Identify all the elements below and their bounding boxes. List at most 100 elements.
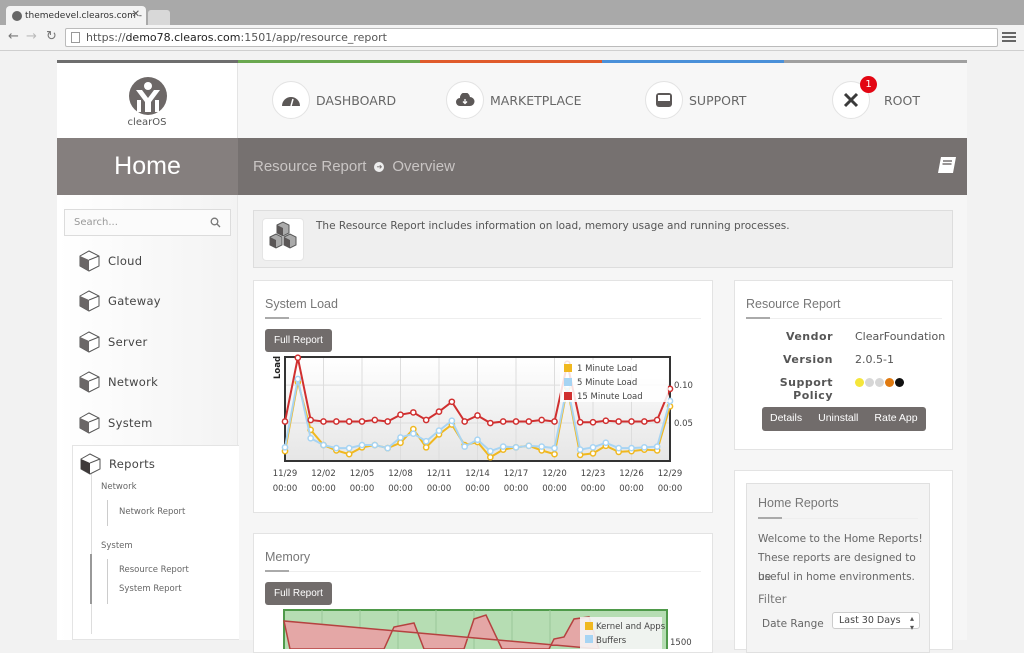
date-range-label: Date Range <box>762 618 824 630</box>
legend-swatch <box>585 635 593 643</box>
uninstall-button[interactable]: Uninstall <box>810 407 866 431</box>
data-point <box>499 443 507 450</box>
data-point <box>345 444 353 452</box>
cube-s-icon <box>79 331 100 353</box>
panel-title: Memory <box>265 550 311 564</box>
sidebar-item-cloud[interactable]: Cloud <box>79 250 142 272</box>
home-reports-panel: Home Reports Welcome to the Home Reports… <box>734 470 953 653</box>
section-title: Home <box>57 138 238 195</box>
data-point <box>345 450 353 458</box>
legend-kernel: Kernel and Apps <box>596 622 666 632</box>
data-point <box>589 450 597 457</box>
version-value: 2.0.5-1 <box>855 353 894 366</box>
date-range-select[interactable]: Last 30 Days ▴ ▾ <box>832 612 920 632</box>
breadcrumb-app[interactable]: Resource Report <box>253 158 366 175</box>
data-point <box>320 418 327 425</box>
data-point <box>653 416 661 424</box>
book-icon[interactable] <box>937 156 957 174</box>
page-header: Home Resource Report ➜ Overview <box>57 138 967 195</box>
new-tab-button[interactable] <box>148 10 170 25</box>
filter-label: Filter <box>758 592 787 606</box>
legend-label: 15 Minute Load <box>577 392 643 402</box>
report-group-system: System <box>101 541 133 551</box>
home-reports-line: Welcome to the Home Reports! <box>758 533 923 545</box>
data-point <box>358 418 366 425</box>
nav-dashboard[interactable]: DASHBOARD <box>272 81 396 119</box>
x-tick-sublabel: 00:00 <box>311 484 336 494</box>
rate-app-button[interactable]: Rate App <box>866 407 925 431</box>
data-point <box>538 443 546 450</box>
address-bar[interactable]: https://demo78.clearos.com:1501/app/reso… <box>65 28 998 47</box>
policy-dot <box>855 378 864 387</box>
reload-icon[interactable]: ↻ <box>46 29 57 44</box>
data-point <box>551 450 558 458</box>
legend-label: 5 Minute Load <box>577 378 637 388</box>
info-text: The Resource Report includes information… <box>316 220 790 232</box>
data-point <box>525 442 533 450</box>
report-link-resource[interactable]: Resource Report <box>119 565 189 575</box>
report-link-network[interactable]: Network Report <box>119 507 185 517</box>
support-policy-dots <box>855 377 905 390</box>
system-load-panel: System Load Full Report 11/29 00:00 12/02 0… <box>253 280 713 513</box>
x-tick-label: 12/20 <box>542 469 567 479</box>
back-icon[interactable]: ← <box>8 29 19 44</box>
data-point <box>358 441 366 449</box>
tools-icon: 1 <box>832 76 877 119</box>
data-point <box>307 416 315 424</box>
full-report-button[interactable]: Full Report <box>265 329 332 352</box>
data-point <box>294 354 302 362</box>
policy-dot <box>885 378 894 387</box>
browser-tab[interactable]: themedevel.clearos.com - ✕ <box>6 6 146 25</box>
x-tick-label: 12/14 <box>465 469 490 479</box>
brand-name: clearOS <box>127 117 167 128</box>
full-report-button[interactable]: Full Report <box>265 582 332 605</box>
data-point <box>409 430 417 438</box>
policy-dot <box>875 378 884 387</box>
page-icon <box>71 32 80 43</box>
panel-title: Resource Report <box>746 297 841 311</box>
search-input[interactable]: Search... <box>64 209 231 236</box>
title-underline <box>265 570 701 572</box>
sidebar-item-reports[interactable]: Reports <box>80 453 155 475</box>
details-button[interactable]: Details <box>762 407 810 431</box>
data-point <box>371 416 379 424</box>
browser-menu-icon[interactable] <box>1002 32 1016 44</box>
memory-panel: Memory Full Report Kernel and Apps Buffe… <box>253 533 713 653</box>
sidebar-item-network[interactable]: Network <box>79 371 158 393</box>
data-point <box>461 418 469 425</box>
nav-support[interactable]: SUPPORT <box>645 81 746 119</box>
x-tick-sublabel: 00:00 <box>427 484 452 494</box>
breadcrumb: Resource Report ➜ Overview <box>253 158 455 175</box>
sidebar: Search... Cloud Gateway Server Network S… <box>57 195 239 640</box>
title-underline <box>746 317 942 319</box>
report-link-system[interactable]: System Report <box>119 584 182 594</box>
logo[interactable]: clearOS <box>57 63 238 138</box>
nav-root[interactable]: 1 ROOT <box>832 76 920 119</box>
search-icon[interactable] <box>210 217 221 228</box>
title-underline <box>758 517 918 519</box>
forward-icon[interactable]: → <box>26 29 37 44</box>
close-tab-icon[interactable]: ✕ <box>132 9 140 20</box>
page: clearOS DASHBOARD MARKETPLACE SUPPORT 1 … <box>57 60 967 653</box>
breadcrumb-current: Overview <box>392 158 455 175</box>
data-point <box>422 443 430 451</box>
x-tick-label: 12/11 <box>427 469 452 479</box>
sidebar-item-gateway[interactable]: Gateway <box>79 290 161 312</box>
tree-line <box>107 559 108 604</box>
data-point <box>435 427 443 434</box>
clearos-logo-icon <box>129 77 167 115</box>
sidebar-item-server[interactable]: Server <box>79 331 148 353</box>
x-tick-label: 12/23 <box>581 469 606 479</box>
nav-marketplace[interactable]: MARKETPLACE <box>446 81 582 119</box>
data-point <box>461 443 469 450</box>
policy-dot <box>895 378 904 387</box>
x-tick-sublabel: 00:00 <box>504 484 529 494</box>
gauge-icon <box>272 81 310 119</box>
system-load-chart: 11/29 00:00 12/02 00:00 12/05 00:00 12/08 00:00… <box>273 354 693 494</box>
panel-title: System Load <box>265 297 338 311</box>
home-reports-box: Home Reports Welcome to the Home Reports… <box>746 483 930 653</box>
data-point <box>615 418 623 425</box>
data-point <box>422 416 430 424</box>
x-tick-label: 12/05 <box>350 469 375 479</box>
sidebar-item-system[interactable]: System <box>79 412 153 434</box>
